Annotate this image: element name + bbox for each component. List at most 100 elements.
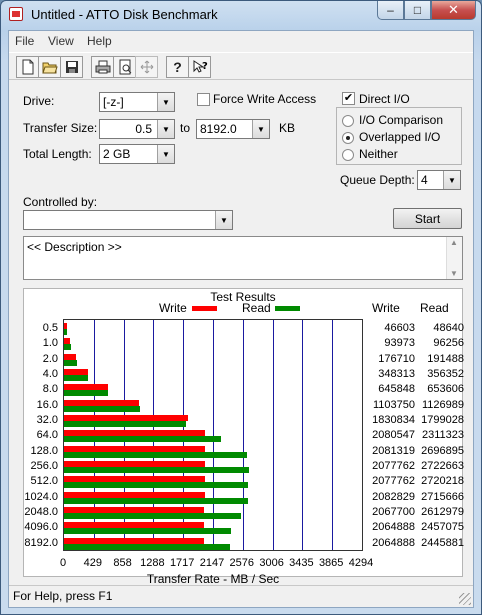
gridline bbox=[242, 320, 244, 550]
minimize-button[interactable]: – bbox=[377, 1, 404, 20]
category-label: 2.0 bbox=[42, 352, 58, 365]
drive-select[interactable]: [-z-] ▼ bbox=[99, 92, 175, 112]
status-bar: For Help, press F1 bbox=[9, 585, 473, 607]
category-label: 4096.0 bbox=[24, 521, 58, 534]
new-icon[interactable] bbox=[16, 56, 39, 78]
io-comparison-radio[interactable] bbox=[342, 115, 354, 127]
force-write-checkbox[interactable] bbox=[197, 93, 210, 106]
write-value: 1830834 bbox=[372, 414, 415, 426]
transfer-size-label: Transfer Size: bbox=[23, 121, 98, 135]
category-label: 0.5 bbox=[42, 322, 58, 334]
direct-io-checkbox[interactable]: ✔ bbox=[342, 92, 355, 105]
category-label: 256.0 bbox=[30, 460, 58, 472]
title-bar[interactable]: Untitled - ATTO Disk Benchmark – □ ✕ bbox=[1, 1, 481, 30]
svg-text:?: ? bbox=[202, 61, 208, 72]
transfer-to-value: 8192.0 bbox=[200, 122, 237, 136]
chevron-down-icon: ▼ bbox=[215, 211, 232, 229]
read-value: 653606 bbox=[427, 383, 464, 396]
read-value: 2722663 bbox=[421, 460, 464, 472]
legend-read-label: Read bbox=[242, 301, 271, 315]
chevron-down-icon: ▼ bbox=[157, 145, 174, 163]
write-value: 1103750 bbox=[372, 398, 415, 411]
read-value: 1126989 bbox=[421, 398, 464, 411]
scroll-up-icon: ▲ bbox=[450, 238, 458, 247]
queue-depth-label: Queue Depth: bbox=[340, 173, 415, 187]
read-bar bbox=[64, 329, 68, 335]
write-value: 46603 bbox=[384, 322, 415, 334]
resize-grip[interactable] bbox=[459, 593, 471, 605]
context-help-icon[interactable]: ? bbox=[188, 56, 211, 78]
queue-depth-select[interactable]: 4 ▼ bbox=[417, 170, 461, 190]
direct-io-label: Direct I/O bbox=[359, 92, 410, 106]
category-label: 128.0 bbox=[30, 444, 58, 457]
app-window: Untitled - ATTO Disk Benchmark – □ ✕ Fil… bbox=[0, 0, 482, 615]
toolbar: ? ? bbox=[9, 52, 473, 80]
open-icon[interactable] bbox=[38, 56, 61, 78]
column-write-header: Write bbox=[372, 301, 400, 315]
category-label: 2048.0 bbox=[24, 506, 58, 518]
read-bar bbox=[64, 390, 109, 397]
legend-read-swatch bbox=[275, 306, 300, 311]
total-length-label: Total Length: bbox=[23, 147, 92, 161]
read-bar bbox=[64, 375, 89, 381]
read-bar bbox=[64, 451, 247, 458]
io-comparison-label: I/O Comparison bbox=[359, 113, 444, 127]
queue-depth-value: 4 bbox=[421, 173, 428, 187]
save-icon[interactable] bbox=[60, 56, 83, 78]
gridline bbox=[302, 320, 304, 550]
drive-value: [-z-] bbox=[103, 95, 124, 109]
close-button[interactable]: ✕ bbox=[431, 1, 476, 20]
overlapped-io-radio[interactable] bbox=[342, 132, 354, 144]
transfer-size-to-select[interactable]: 8192.0 ▼ bbox=[196, 119, 270, 139]
client-area: File View Help ? ? Drive: [-z-] ▼ Force … bbox=[8, 30, 474, 608]
write-value: 645848 bbox=[378, 383, 415, 396]
read-value: 2612979 bbox=[421, 506, 464, 518]
menu-view[interactable]: View bbox=[48, 34, 74, 48]
menu-file[interactable]: File bbox=[15, 34, 34, 48]
transfer-size-from-select[interactable]: 0.5 ▼ bbox=[99, 119, 175, 139]
help-icon[interactable]: ? bbox=[166, 56, 189, 78]
read-bar bbox=[64, 436, 221, 443]
print-preview-icon[interactable] bbox=[113, 56, 136, 78]
drive-label: Drive: bbox=[23, 94, 55, 108]
write-value: 176710 bbox=[378, 352, 415, 365]
gridline bbox=[272, 320, 274, 550]
read-value: 96256 bbox=[433, 337, 464, 350]
controlled-by-select[interactable]: ▼ bbox=[23, 210, 233, 230]
legend-write-swatch bbox=[192, 306, 217, 311]
category-label: 16.0 bbox=[36, 398, 58, 411]
read-bar bbox=[64, 467, 249, 473]
description-box[interactable]: << Description >> ▲ ▼ bbox=[23, 236, 463, 280]
chevron-down-icon: ▼ bbox=[157, 93, 174, 111]
menu-help[interactable]: Help bbox=[87, 34, 112, 48]
column-read-header: Read bbox=[420, 301, 449, 315]
read-value: 2720218 bbox=[421, 475, 464, 488]
category-label: 64.0 bbox=[36, 429, 58, 442]
print-icon[interactable] bbox=[91, 56, 114, 78]
read-value: 2445881 bbox=[421, 536, 464, 549]
read-value: 2696895 bbox=[421, 444, 464, 457]
start-button[interactable]: Start bbox=[393, 208, 462, 229]
read-value: 2311323 bbox=[421, 429, 464, 442]
read-bar bbox=[64, 344, 71, 351]
category-label: 1024.0 bbox=[24, 490, 58, 503]
total-length-select[interactable]: 2 GB ▼ bbox=[99, 144, 175, 164]
read-value: 2715666 bbox=[421, 490, 464, 503]
controlled-by-label: Controlled by: bbox=[23, 195, 98, 209]
app-icon bbox=[9, 7, 23, 21]
read-bar bbox=[64, 497, 249, 504]
chevron-down-icon: ▼ bbox=[252, 120, 269, 138]
write-value: 2064888 bbox=[372, 536, 415, 549]
read-bar bbox=[64, 359, 77, 366]
write-value: 93973 bbox=[384, 337, 415, 350]
read-bar bbox=[64, 405, 141, 412]
category-label: 8192.0 bbox=[24, 536, 58, 549]
move-icon[interactable] bbox=[135, 56, 158, 78]
status-text: For Help, press F1 bbox=[13, 589, 113, 603]
maximize-button[interactable]: □ bbox=[404, 1, 431, 20]
legend-write-label: Write bbox=[159, 301, 187, 315]
neither-radio[interactable] bbox=[342, 149, 354, 161]
total-length-value: 2 GB bbox=[103, 147, 131, 161]
category-label: 32.0 bbox=[36, 414, 58, 426]
description-scrollbar[interactable]: ▲ ▼ bbox=[446, 237, 462, 279]
